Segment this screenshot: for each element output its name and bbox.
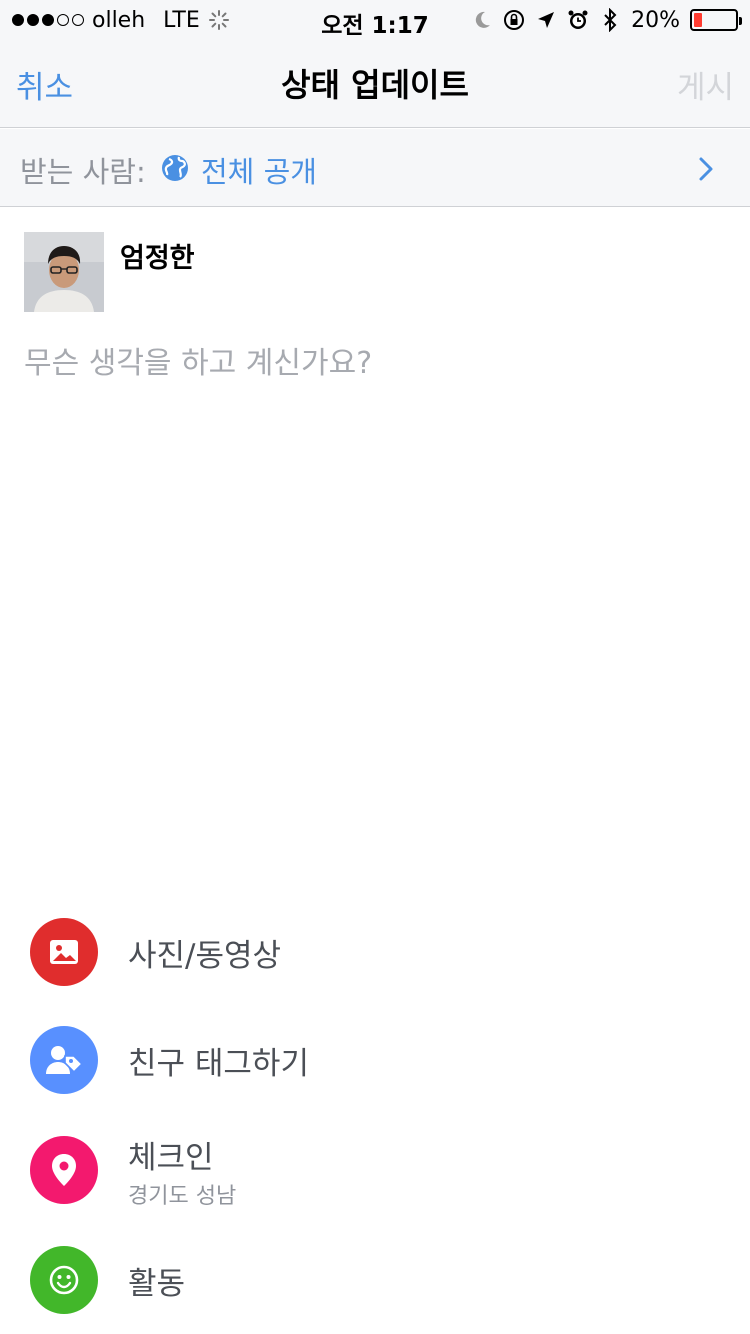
status-input[interactable] xyxy=(24,338,724,858)
photo-video-action[interactable]: 사진/동영상 xyxy=(0,918,750,1028)
action-sublabel: 경기도 성남 xyxy=(128,1184,237,1209)
tag-friends-action[interactable]: 친구 태그하기 xyxy=(0,1026,750,1136)
check-in-action[interactable]: 체크인 경기도 성남 xyxy=(0,1136,750,1246)
action-label: 사진/동영상 xyxy=(128,938,282,974)
action-label: 체크인 xyxy=(128,1140,214,1176)
globe-icon xyxy=(160,153,190,183)
audience-selector[interactable]: 받는 사람: 전체 공개 xyxy=(0,129,750,207)
moon-icon xyxy=(471,9,493,31)
action-label: 친구 태그하기 xyxy=(128,1046,309,1082)
smiley-icon xyxy=(30,1246,98,1314)
post-button[interactable]: 게시 xyxy=(677,62,734,107)
battery-level xyxy=(694,13,702,27)
status-bar: olleh LTE 오전 1:17 20% xyxy=(0,0,750,40)
avatar xyxy=(24,232,104,312)
audience-label: 받는 사람: xyxy=(20,155,146,189)
audience-value: 전체 공개 xyxy=(201,155,317,189)
author-name: 엄정한 xyxy=(120,243,195,274)
photo-icon xyxy=(30,918,98,986)
location-arrow-icon xyxy=(535,9,557,31)
action-label: 활동 xyxy=(128,1266,186,1302)
battery-percentage: 20% xyxy=(631,7,680,33)
tag-friends-icon xyxy=(30,1026,98,1094)
navigation-bar: 취소 상태 업데이트 게시 xyxy=(0,40,750,128)
rotation-lock-icon xyxy=(503,9,525,31)
activity-action[interactable]: 활동 xyxy=(0,1246,750,1334)
battery-icon xyxy=(690,9,742,31)
page-title: 상태 업데이트 xyxy=(281,66,469,104)
location-pin-icon xyxy=(30,1136,98,1204)
chevron-right-icon xyxy=(696,155,716,183)
alarm-icon xyxy=(567,9,589,31)
bluetooth-icon xyxy=(599,8,621,32)
